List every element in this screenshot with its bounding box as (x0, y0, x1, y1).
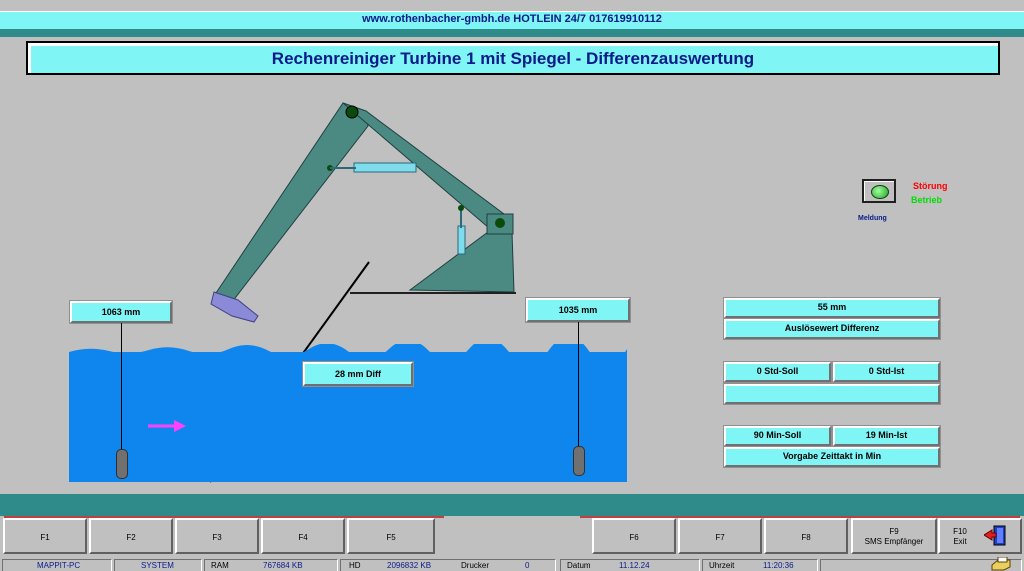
status-pc-name: MAPPIT-PC (37, 561, 81, 570)
level-right-float (573, 446, 585, 476)
f10-label: F10 (953, 527, 967, 536)
rake-cleaner-machine (209, 102, 516, 483)
status-date: Datum 11.12.24 (560, 559, 700, 571)
trigger-value: 55 mm (817, 302, 847, 312)
water-waves (69, 344, 627, 356)
date-value: 11.12.24 (619, 561, 650, 570)
level-left-rod (121, 323, 122, 451)
takt-label: Vorgabe Zeittakt in Min (782, 451, 882, 461)
trigger-value-field[interactable]: 55 mm (723, 297, 941, 319)
message-label: Meldung (858, 215, 887, 222)
run-label: Betrieb (911, 195, 943, 205)
level-left-box: 1063 mm (69, 300, 173, 324)
hd-label: HD (349, 561, 361, 570)
f10-exit-button[interactable]: F10 Exit (938, 518, 1022, 554)
std-soll-value: 0 Std-Soll (756, 366, 799, 376)
hd-value: 2096832 KB (387, 561, 432, 570)
status-pc: MAPPIT-PC (2, 559, 112, 571)
std-ist-field: 0 Std-Ist (832, 361, 941, 383)
ram-value: 767684 KB (263, 561, 303, 570)
f6-button[interactable]: F6 (592, 518, 676, 554)
exit-door-icon (984, 525, 1006, 546)
ram-label: RAM (211, 561, 229, 570)
f1-button[interactable]: F1 (3, 518, 87, 554)
status-hd: HD 2096832 KB Drucker 0 (340, 559, 556, 571)
level-left-value: 1063 mm (101, 307, 141, 317)
f10-labels: F10 Exit (940, 527, 980, 547)
min-soll-value: 90 Min-Soll (753, 430, 802, 440)
f2-label: F2 (126, 533, 136, 542)
level-right-value: 1035 mm (558, 305, 598, 315)
f8-label: F8 (801, 533, 811, 542)
status-time: Uhrzeit 11:20:36 (702, 559, 818, 571)
std-ist-value: 0 Std-Ist (868, 366, 905, 376)
f9-label: F9 (889, 527, 899, 536)
f9-labels: F9 SMS Empfänger (853, 527, 935, 547)
status-lamp-icon (871, 185, 889, 199)
f5-button[interactable]: F5 (347, 518, 435, 554)
level-left-float (116, 449, 128, 479)
printer-value: 0 (525, 561, 530, 570)
f3-button[interactable]: F3 (175, 518, 259, 554)
upper-joint (345, 105, 359, 119)
bottom-divider (0, 494, 1024, 516)
time-value: 11:20:36 (763, 561, 794, 570)
f7-button[interactable]: F7 (678, 518, 762, 554)
f2-button[interactable]: F2 (89, 518, 173, 554)
f9-sub-label: SMS Empfänger (864, 537, 924, 546)
std-info-box (723, 383, 941, 405)
f5-label: F5 (386, 533, 396, 542)
printer-icon[interactable] (990, 557, 1012, 571)
boom-arm (213, 102, 369, 303)
trigger-label-box: Auslösewert Differenz (723, 318, 941, 340)
pivot-joint (495, 218, 505, 228)
f8-button[interactable]: F8 (764, 518, 848, 554)
status-system: SYSTEM (114, 559, 202, 571)
hydraulic-cylinder-vertical (457, 225, 466, 255)
flow-arrow-icon (148, 420, 186, 432)
printer-label: Drucker (461, 561, 490, 570)
status-bar: MAPPIT-PC SYSTEM RAM 767684 KB HD 2096832 … (0, 558, 1024, 571)
status-ram: RAM 767684 KB (204, 559, 338, 571)
f7-label: F7 (715, 533, 725, 542)
f3-label: F3 (212, 533, 222, 542)
f1-label: F1 (40, 533, 50, 542)
hydraulic-cylinder-top (353, 162, 417, 173)
f4-button[interactable]: F4 (261, 518, 345, 554)
status-system-text: SYSTEM (141, 561, 174, 570)
level-right-rod (578, 322, 579, 448)
f4-label: F4 (298, 533, 308, 542)
date-label: Datum (567, 561, 591, 570)
min-ist-value: 19 Min-Ist (865, 430, 908, 440)
level-right-box: 1035 mm (525, 297, 631, 323)
std-soll-field[interactable]: 0 Std-Soll (723, 361, 832, 383)
f6-label: F6 (629, 533, 639, 542)
level-diff-box: 28 mm Diff (302, 361, 414, 387)
takt-label-box: Vorgabe Zeittakt in Min (723, 446, 941, 468)
trigger-label: Auslösewert Differenz (784, 323, 880, 333)
status-lamp-button[interactable] (862, 179, 896, 203)
f10-sub-label: Exit (953, 537, 967, 546)
fault-label: Störung (913, 181, 948, 191)
f9-button[interactable]: F9 SMS Empfänger (851, 518, 937, 554)
level-diff-value: 28 mm Diff (334, 369, 381, 379)
min-soll-field[interactable]: 90 Min-Soll (723, 425, 832, 447)
min-ist-field: 19 Min-Ist (832, 425, 941, 447)
time-label: Uhrzeit (709, 561, 735, 570)
